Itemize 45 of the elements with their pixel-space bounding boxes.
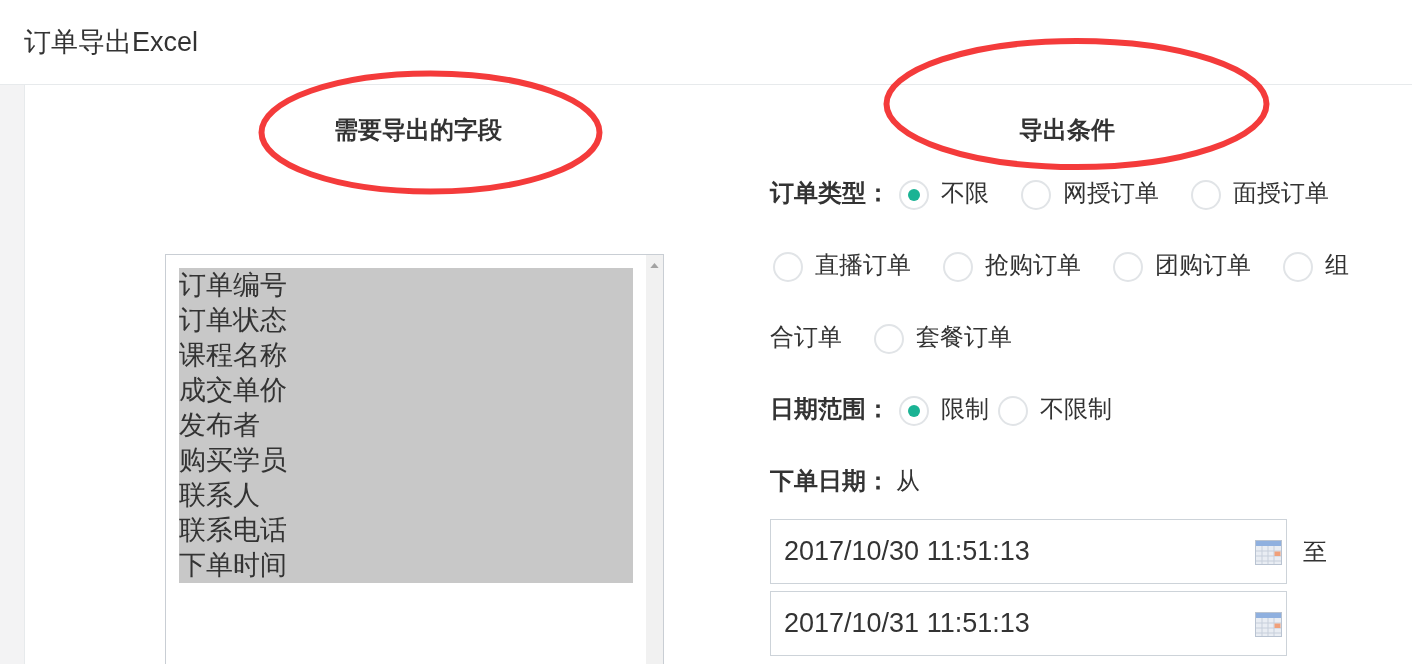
radio-label[interactable]: 不限: [941, 179, 989, 206]
list-option[interactable]: 发布者: [179, 408, 633, 443]
radio-button[interactable]: [1021, 179, 1051, 210]
list-option[interactable]: 联系电话: [179, 513, 633, 548]
field-label: 下单日期：: [770, 467, 890, 494]
radio-label[interactable]: 限制: [941, 395, 989, 422]
date-field[interactable]: 2017/10/30 11:51:13: [770, 519, 1287, 584]
radio-label[interactable]: 直播订单: [815, 251, 911, 278]
radio-label[interactable]: 面授订单: [1233, 179, 1329, 206]
radio-button[interactable]: [874, 323, 904, 354]
scrollbar-track[interactable]: [646, 255, 663, 664]
list-option[interactable]: 成交单价: [179, 373, 633, 408]
radio-button[interactable]: [899, 395, 929, 426]
radio-label[interactable]: 团购订单: [1155, 251, 1251, 278]
from-label: 从: [896, 467, 920, 494]
radio-button[interactable]: [1191, 179, 1221, 210]
radio-button[interactable]: [998, 395, 1028, 426]
to-label: 至: [1303, 536, 1327, 567]
radio-button[interactable]: [773, 251, 803, 282]
date-field[interactable]: 2017/10/31 11:51:13: [770, 591, 1287, 656]
radio-button[interactable]: [899, 179, 929, 210]
field-label: 日期范围：: [770, 395, 890, 422]
field-listbox[interactable]: 订单编号 订单状态 课程名称 成交单价 发布者 购买学员 联系人 联系电话 下单时间: [165, 254, 664, 664]
radio-button[interactable]: [943, 251, 973, 282]
field-label: 订单类型：: [770, 179, 890, 206]
list-option[interactable]: 订单编号: [179, 268, 633, 303]
radio-label[interactable]: 合订单: [770, 323, 842, 350]
calendar-icon[interactable]: [1255, 540, 1282, 565]
list-option[interactable]: 订单状态: [179, 303, 633, 338]
radio-label[interactable]: 网授订单: [1063, 179, 1159, 206]
radio-button[interactable]: [1113, 251, 1143, 282]
radio-label[interactable]: 不限制: [1040, 395, 1112, 422]
section-title: 需要导出的字段: [334, 115, 502, 145]
calendar-icon[interactable]: [1255, 612, 1282, 637]
list-option[interactable]: 联系人: [179, 478, 633, 513]
section-title: 导出条件: [1019, 115, 1115, 145]
list-option[interactable]: 下单时间: [179, 548, 633, 583]
radio-button[interactable]: [1283, 251, 1313, 282]
scroll-up-arrow-icon[interactable]: [650, 263, 659, 268]
radio-label[interactable]: 套餐订单: [916, 323, 1012, 350]
radio-label[interactable]: 抢购订单: [985, 251, 1081, 278]
page-title: 订单导出Excel: [24, 26, 199, 59]
list-option[interactable]: 购买学员: [179, 443, 633, 478]
radio-label[interactable]: 组: [1325, 251, 1349, 278]
list-option[interactable]: 课程名称: [179, 338, 633, 373]
